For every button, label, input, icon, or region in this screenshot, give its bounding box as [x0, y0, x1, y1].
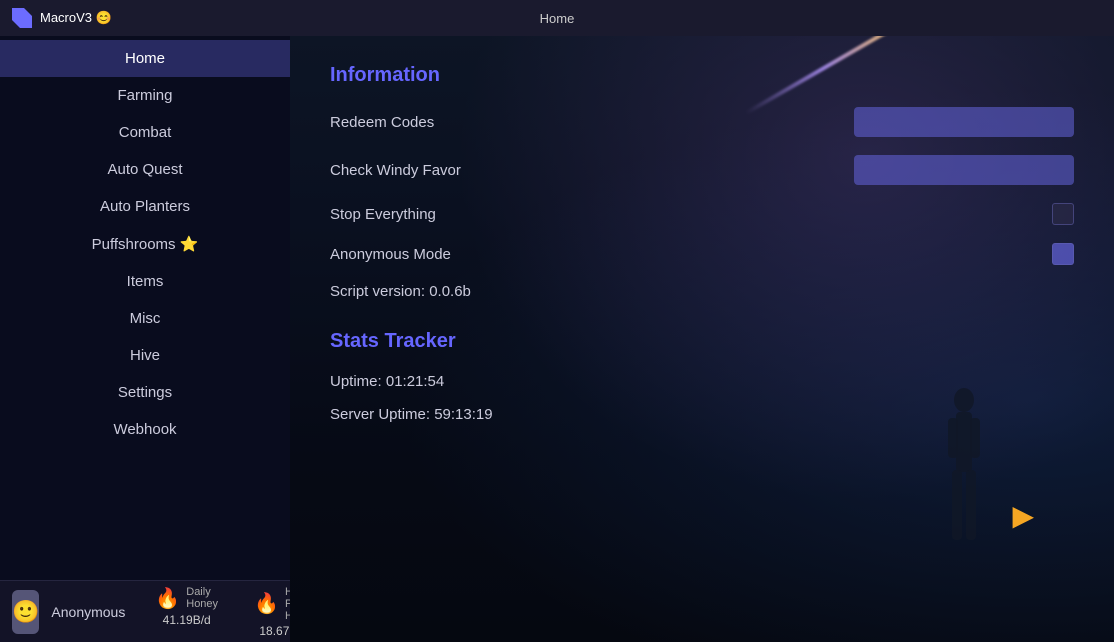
uptime-row: Uptime: 01:21:54 — [330, 373, 1074, 390]
sidebar-item-hive[interactable]: Hive — [0, 337, 290, 374]
sidebar-item-items[interactable]: Items — [0, 263, 290, 300]
daily-honey-value: 41.19B/d — [163, 613, 211, 627]
avatar-emoji: 🙂 — [12, 599, 39, 625]
sidebar-item-auto-planters[interactable]: Auto Planters — [0, 188, 290, 225]
sidebar-nav: Home Farming Combat Auto Quest Auto Plan… — [0, 36, 290, 580]
sidebar-item-settings[interactable]: Settings — [0, 374, 290, 411]
sidebar-footer: 🙂 Anonymous 🔥 Daily Honey 41.19B/d 🔥 Hon… — [0, 580, 290, 642]
sidebar: Home Farming Combat Auto Quest Auto Plan… — [0, 36, 290, 642]
redeem-codes-row: Redeem Codes — [330, 107, 1074, 137]
sidebar-item-puffshrooms[interactable]: Puffshrooms ⭐ — [0, 225, 290, 263]
stop-everything-checkbox[interactable] — [1052, 203, 1074, 225]
information-title: Information — [330, 64, 1074, 87]
anonymous-mode-label: Anonymous Mode — [330, 246, 530, 263]
cursor-arrow: ▶ — [1012, 499, 1034, 532]
stats-section: Stats Tracker Uptime: 01:21:54 Server Up… — [330, 330, 1074, 423]
sidebar-item-farming[interactable]: Farming — [0, 77, 290, 114]
stats-title: Stats Tracker — [330, 330, 1074, 353]
anonymous-mode-row: Anonymous Mode — [330, 243, 1074, 265]
daily-honey-label: Daily Honey — [186, 586, 218, 610]
script-version-row: Script version: 0.0.6b — [330, 283, 1074, 300]
sidebar-item-misc[interactable]: Misc — [0, 300, 290, 337]
page-title: Home — [540, 11, 575, 26]
script-version-text: Script version: 0.0.6b — [330, 283, 471, 300]
daily-honey-stat: 🔥 Daily Honey 41.19B/d — [137, 580, 236, 642]
redeem-codes-label: Redeem Codes — [330, 114, 530, 131]
honey-icon-daily: 🔥 — [155, 586, 180, 611]
information-section: Information Redeem Codes Check Windy Fav… — [330, 64, 1074, 300]
check-windy-favor-row: Check Windy Favor — [330, 155, 1074, 185]
content-area: ▶ Information Redeem Codes Check Windy F… — [290, 36, 1114, 642]
content-overlay: Information Redeem Codes Check Windy Fav… — [290, 36, 1114, 467]
sidebar-item-auto-quest[interactable]: Auto Quest — [0, 151, 290, 188]
sidebar-item-combat[interactable]: Combat — [0, 114, 290, 151]
app-logo — [12, 8, 32, 28]
check-windy-favor-label: Check Windy Favor — [330, 162, 530, 179]
anonymous-mode-checkbox[interactable] — [1052, 243, 1074, 265]
main-layout: Home Farming Combat Auto Quest Auto Plan… — [0, 36, 1114, 642]
username-label: Anonymous — [51, 604, 125, 620]
redeem-codes-input[interactable] — [854, 107, 1074, 137]
honey-icon-hourly: 🔥 — [254, 591, 279, 616]
title-bar: MacroV3 😊 Home — [0, 0, 1114, 36]
sidebar-item-home[interactable]: Home — [0, 40, 290, 77]
check-windy-favor-input[interactable] — [854, 155, 1074, 185]
stop-everything-label: Stop Everything — [330, 206, 530, 223]
stop-everything-row: Stop Everything — [330, 203, 1074, 225]
server-uptime-row: Server Uptime: 59:13:19 — [330, 406, 1074, 423]
sidebar-item-webhook[interactable]: Webhook — [0, 411, 290, 448]
avatar: 🙂 — [12, 590, 39, 634]
